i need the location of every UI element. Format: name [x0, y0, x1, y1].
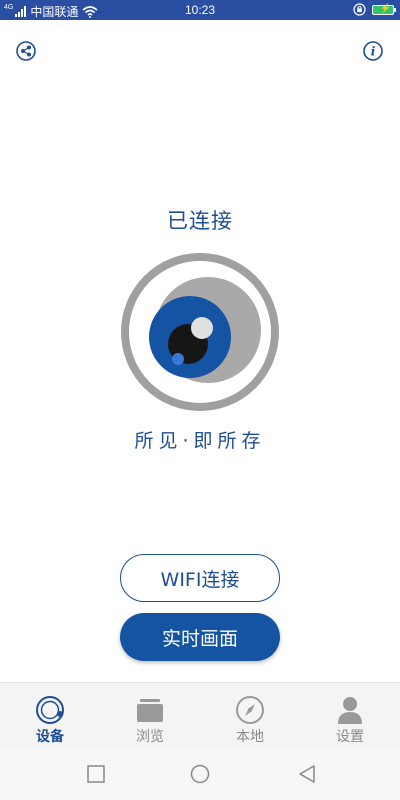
browse-icon — [137, 699, 163, 722]
share-icon[interactable] — [16, 41, 36, 61]
status-right: ⚡ — [353, 3, 396, 16]
compass-icon — [236, 696, 264, 724]
back-icon[interactable] — [297, 764, 317, 784]
status-bar: 4G 中国联通 10:23 ⚡ — [0, 0, 400, 20]
device-icon — [36, 696, 64, 724]
lock-rotation-icon — [353, 3, 366, 16]
tab-device[interactable]: 设备 — [0, 683, 100, 749]
wifi-connect-button[interactable]: WIFI连接 — [120, 554, 280, 602]
recent-apps-icon[interactable] — [86, 764, 106, 784]
tab-browse[interactable]: 浏览 — [100, 683, 200, 749]
status-time: 10:23 — [184, 3, 216, 17]
home-icon[interactable] — [190, 764, 210, 784]
svg-text:i: i — [371, 45, 376, 59]
tab-label: 设置 — [336, 729, 364, 745]
slogan-text: 所见·即所存 — [134, 430, 266, 452]
bottom-tab-bar: 设备 浏览 本地 设置 — [0, 682, 400, 748]
battery-icon: ⚡ — [372, 3, 396, 15]
tab-label: 本地 — [236, 729, 264, 745]
eye-logo-icon — [121, 253, 279, 411]
tab-settings[interactable]: 设置 — [300, 683, 400, 749]
live-view-button[interactable]: 实时画面 — [120, 613, 280, 661]
connection-status: 已连接 — [167, 209, 233, 233]
tab-label: 浏览 — [136, 729, 164, 745]
user-icon — [338, 697, 362, 724]
system-nav-bar — [0, 748, 400, 800]
tab-label: 设备 — [36, 729, 64, 745]
info-icon[interactable]: i — [363, 41, 383, 61]
tab-local[interactable]: 本地 — [200, 683, 300, 749]
